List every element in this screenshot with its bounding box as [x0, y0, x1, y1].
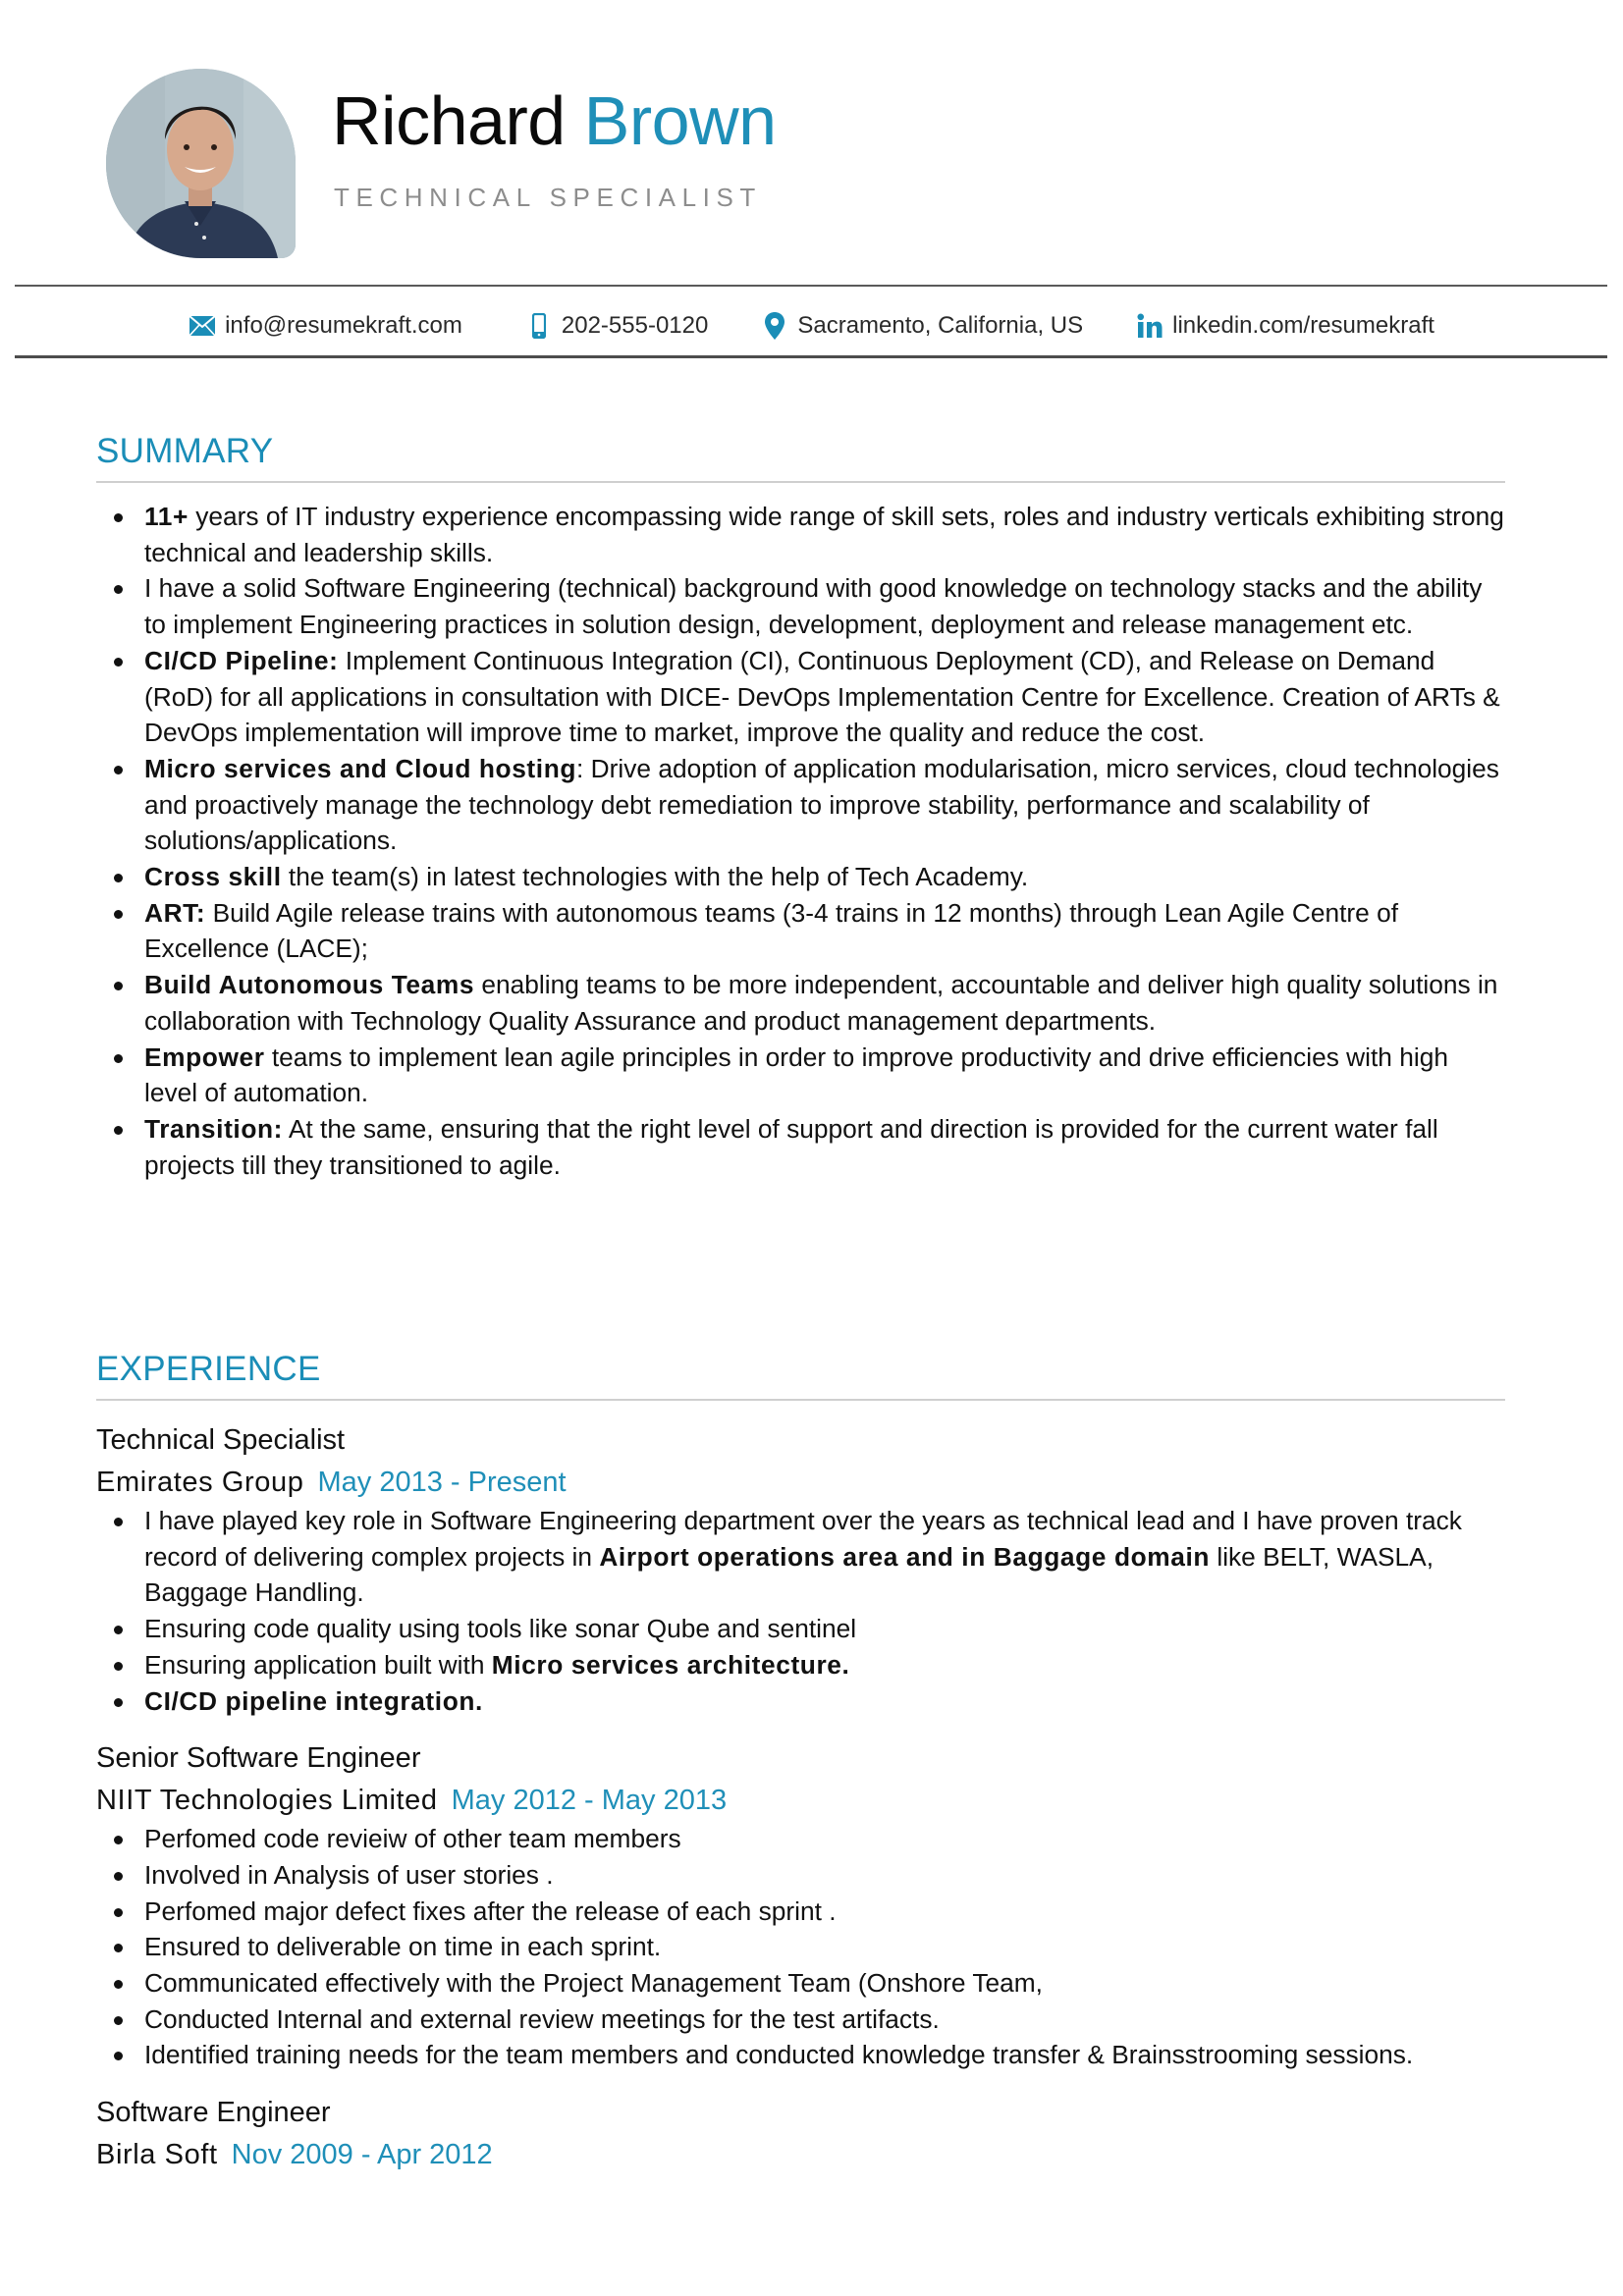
job-company: NIIT Technologies Limited — [96, 1785, 438, 1817]
summary-item: Transition: At the same, ensuring that t… — [96, 1111, 1505, 1183]
summary-item: Cross skill the team(s) in latest techno… — [96, 859, 1505, 895]
summary-item: CI/CD Pipeline: Implement Continuous Int… — [96, 643, 1505, 751]
job-bullet: Conducted Internal and external review m… — [96, 2002, 1505, 2038]
job-entry: Technical Specialist Emirates Group May 20… — [96, 1426, 1505, 1719]
contact-email[interactable]: info@resumekraft.com — [189, 312, 462, 340]
job-bullets: Perfomed code revieiw of other team memb… — [96, 1821, 1505, 2073]
job-bullet: Involved in Analysis of user stories . — [96, 1857, 1505, 1894]
summary-item-text: Build Agile release trains with autonomo… — [144, 897, 1399, 964]
job-bullet-highlight: Micro services architecture. — [491, 1649, 850, 1680]
summary-item-text: teams to implement lean agile principles… — [144, 1041, 1448, 1108]
linkedin-icon — [1136, 312, 1163, 340]
summary-item: Micro services and Cloud hosting: Drive … — [96, 751, 1505, 859]
summary-item-keyword: Build Autonomous Teams — [144, 970, 475, 1000]
job-role: Senior Software Engineer — [96, 1742, 421, 1775]
job-role: Software Engineer — [96, 2097, 331, 2129]
summary-item-text: I have a solid Software Engineering (tec… — [144, 573, 1483, 640]
job-bullet-text: Ensuring code quality using tools like s… — [144, 1614, 857, 1644]
job-bullet: Perfomed code revieiw of other team memb… — [96, 1821, 1505, 1857]
job-dates: May 2012 - May 2013 — [451, 1785, 728, 1817]
job-bullet-text: Perfomed major defect fixes after the re… — [144, 1896, 837, 1926]
job-bullet-text: Ensuring application built with — [144, 1649, 492, 1680]
last-name: Brown — [583, 82, 777, 159]
job-entry: Senior Software Engineer NIIT Technologie… — [96, 1744, 1505, 2073]
person-avatar-illustration — [106, 69, 296, 258]
summary-section: SUMMARY 11+ years of IT industry experie… — [96, 434, 1505, 1183]
job-meta: NIIT Technologies Limited May 2012 - May … — [96, 1787, 1505, 1815]
job-bullet-text: Communicated effectively with the Projec… — [144, 1968, 1043, 1999]
summary-item: Build Autonomous Teams enabling teams to… — [96, 967, 1505, 1039]
job-bullet-text: Involved in Analysis of user stories . — [144, 1859, 554, 1890]
job-company: Emirates Group — [96, 1467, 304, 1498]
job-bullet: Perfomed major defect fixes after the re… — [96, 1894, 1505, 1930]
job-bullet: Ensured to deliverable on time in each s… — [96, 1929, 1505, 1965]
summary-item-keyword: 11+ — [144, 502, 189, 531]
summary-item-keyword: CI/CD Pipeline: — [144, 645, 339, 675]
job-list: Technical Specialist Emirates Group May 20… — [96, 1426, 1505, 2169]
job-dates: May 2013 - Present — [317, 1467, 567, 1498]
job-company: Birla Soft — [96, 2139, 218, 2171]
map-pin-icon — [761, 312, 788, 340]
job-bullet: I have played key role in Software Engin… — [96, 1503, 1505, 1611]
summary-item-text: years of IT industry experience encompas… — [144, 502, 1504, 567]
email-text: info@resumekraft.com — [225, 312, 462, 339]
phone-text: 202-555-0120 — [561, 312, 709, 339]
summary-item-text: the team(s) in latest technologies with … — [281, 862, 1029, 892]
job-bullet-text: Perfomed code revieiw of other team memb… — [144, 1824, 681, 1854]
job-meta: Emirates Group May 2013 - Present — [96, 1468, 1505, 1497]
summary-item-keyword: Micro services and Cloud hosting — [144, 753, 577, 783]
summary-item-text: Implement Continuous Integration (CI), C… — [144, 645, 1500, 748]
job-entry: Software Engineer Birla Soft Nov 2009 - Ap… — [96, 2099, 1505, 2169]
summary-item-keyword: Transition: — [144, 1113, 284, 1144]
mobile-phone-icon — [525, 312, 553, 340]
job-meta: Birla Soft Nov 2009 - Apr 2012 — [96, 2141, 1505, 2169]
summary-item-keyword: Empower — [144, 1041, 265, 1072]
job-bullet: Identified training needs for the team m… — [96, 2037, 1505, 2073]
envelope-icon — [189, 312, 216, 340]
job-bullet: CI/CD pipeline integration. — [96, 1683, 1505, 1720]
first-name: Richard — [332, 82, 566, 159]
summary-divider — [96, 481, 1505, 483]
summary-item: ART: Build Agile release trains with aut… — [96, 895, 1505, 967]
job-bullet-text: Identified training needs for the team m… — [144, 2040, 1414, 2070]
job-bullet-text: Conducted Internal and external review m… — [144, 2003, 940, 2034]
summary-list: 11+ years of IT industry experience enco… — [96, 499, 1505, 1183]
summary-item: 11+ years of IT industry experience enco… — [96, 499, 1505, 570]
contact-bar-bottom-divider — [15, 355, 1607, 358]
experience-heading: EXPERIENCE — [96, 1350, 321, 1388]
job-role: Technical Specialist — [96, 1424, 346, 1456]
summary-item: I have a solid Software Engineering (tec… — [96, 570, 1505, 642]
job-bullet: Communicated effectively with the Projec… — [96, 1965, 1505, 2002]
candidate-name: Richard Brown — [332, 86, 777, 155]
summary-item-keyword: Cross skill — [144, 862, 282, 892]
job-bullet-text: Ensured to deliverable on time in each s… — [144, 1932, 662, 1962]
job-dates: Nov 2009 - Apr 2012 — [231, 2139, 493, 2171]
contact-location: Sacramento, California, US — [761, 312, 1083, 340]
summary-heading: SUMMARY — [96, 432, 274, 470]
experience-section: EXPERIENCE Technical Specialist Emirates … — [96, 1352, 1505, 2169]
contact-bar-top-divider — [15, 285, 1607, 287]
location-text: Sacramento, California, US — [797, 312, 1084, 339]
summary-item: Empower teams to implement lean agile pr… — [96, 1040, 1505, 1111]
headline-job-title: TECHNICAL SPECIALIST — [334, 183, 762, 212]
job-bullet: Ensuring code quality using tools like s… — [96, 1611, 1505, 1647]
experience-divider — [96, 1399, 1505, 1401]
contact-phone[interactable]: 202-555-0120 — [525, 312, 708, 340]
profile-photo — [106, 69, 296, 258]
job-bullets: I have played key role in Software Engin… — [96, 1503, 1505, 1719]
summary-item-text: At the same, ensuring that the right lev… — [144, 1113, 1438, 1180]
contact-bar: info@resumekraft.com 202-555-0120 Sacram… — [0, 304, 1623, 347]
contact-linkedin[interactable]: linkedin.com/resumekraft — [1136, 312, 1434, 340]
summary-item-keyword: ART: — [144, 897, 206, 928]
job-bullet: Ensuring application built with Micro se… — [96, 1647, 1505, 1683]
linkedin-text: linkedin.com/resumekraft — [1172, 312, 1434, 339]
job-bullet-highlight: Airport operations area and in Baggage d… — [599, 1541, 1211, 1572]
job-bullet-highlight: CI/CD pipeline integration. — [144, 1685, 483, 1716]
